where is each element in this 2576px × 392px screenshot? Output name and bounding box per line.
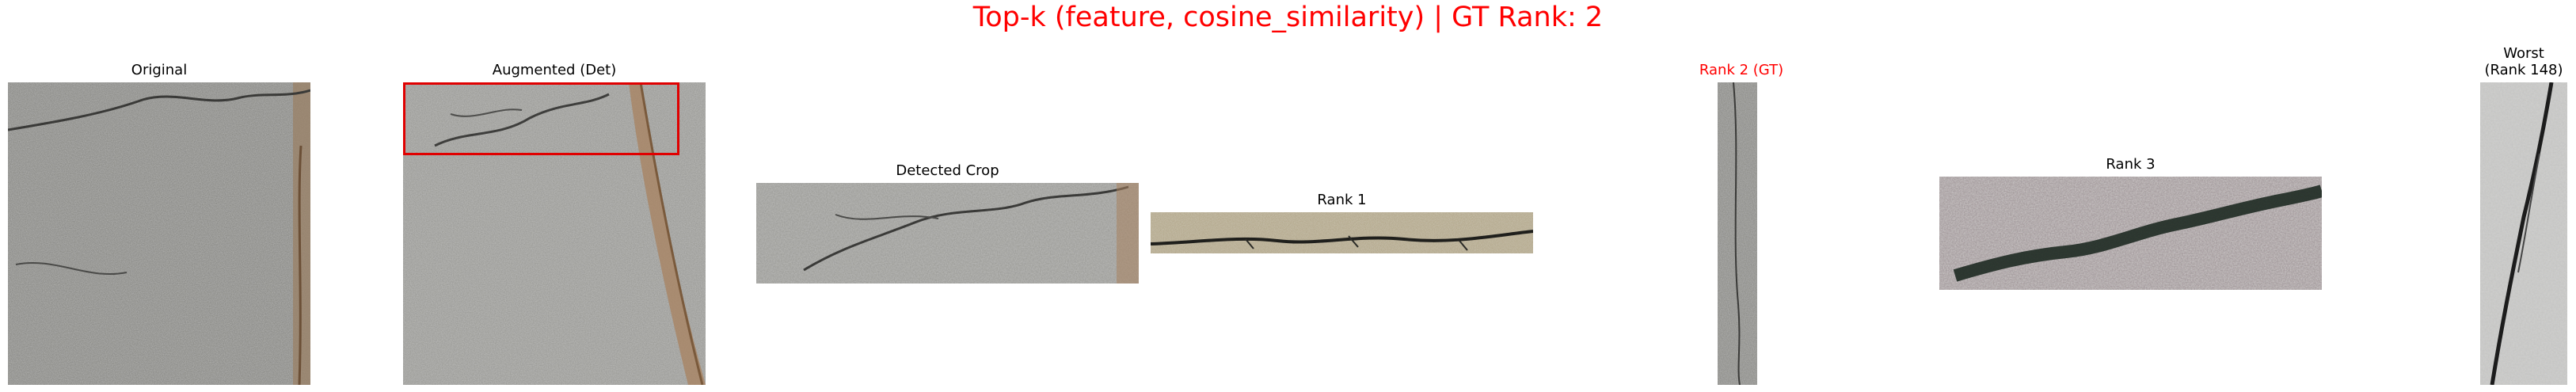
panel-label-detected-crop: Detected Crop <box>896 162 999 179</box>
panel-label-rank-3: Rank 3 <box>2106 156 2156 173</box>
panel-label-worst: Worst (Rank 148) <box>2484 45 2563 78</box>
figure-title: Top-k (feature, cosine_similarity) | GT … <box>972 2 1604 33</box>
original-image <box>8 82 310 385</box>
panel-label-augmented: Augmented (Det) <box>492 62 617 78</box>
rank-3-image <box>1939 177 2322 290</box>
rank-2-gt-image <box>1718 82 1757 385</box>
panel-label-rank-2-gt: Rank 2 (GT) <box>1699 62 1784 78</box>
worst-image <box>2480 82 2567 385</box>
panel-label-original: Original <box>131 62 188 78</box>
detected-crop-image <box>756 183 1139 284</box>
rank-1-image <box>1151 212 1533 253</box>
panel-label-rank-1: Rank 1 <box>1317 192 1367 208</box>
detection-box <box>403 82 679 155</box>
